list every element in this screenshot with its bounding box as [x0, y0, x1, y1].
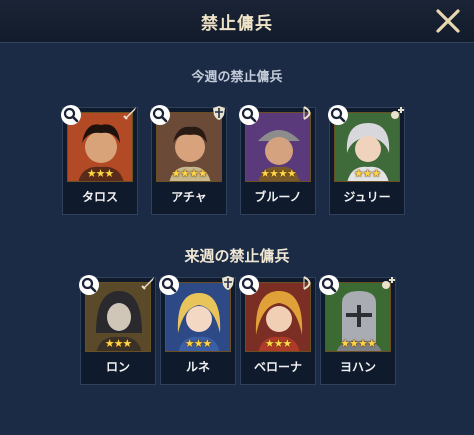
magnify-icon[interactable]: [60, 104, 82, 126]
magnify-icon[interactable]: [238, 104, 260, 126]
merc-card-next-week-3[interactable]: ★★★ ベローナ: [238, 274, 316, 385]
star-rating: ★★★★: [171, 167, 207, 180]
support-icon: [382, 277, 395, 289]
star-rating: ★★★: [86, 167, 115, 180]
merc-card-this-week-2[interactable]: ★★★★ アチャ: [149, 104, 227, 215]
magnify-icon[interactable]: [238, 274, 260, 296]
next-week-title: 来週の禁止傭兵: [184, 247, 290, 265]
merc-name: タロス: [81, 190, 118, 204]
bow-icon: [303, 106, 311, 120]
magnify-icon[interactable]: [158, 274, 180, 296]
magnify-icon[interactable]: [327, 104, 349, 126]
merc-card-this-week-3[interactable]: ★★★★ ブルーノ: [238, 104, 316, 215]
shield-icon: [213, 106, 225, 120]
banned-mercenaries-panel: 禁止傭兵 今週の禁止傭兵 ★★★ タロス ★★★★ アチャ ★★★★ ブルーノ …: [0, 0, 474, 435]
star-rating: ★★★: [264, 337, 293, 350]
merc-card-next-week-2[interactable]: ★★★ ルネ: [158, 274, 236, 385]
star-rating: ★★★★: [340, 337, 376, 350]
star-rating: ★★★: [104, 337, 133, 350]
sword-icon: [141, 277, 154, 290]
support-icon: [391, 107, 404, 119]
magnify-icon[interactable]: [318, 274, 340, 296]
merc-card-this-week-4[interactable]: ★★★ ジュリー: [327, 104, 405, 215]
star-rating: ★★★★: [260, 167, 296, 180]
header-bar: 禁止傭兵: [0, 0, 474, 43]
close-icon[interactable]: [432, 5, 464, 37]
bow-icon: [303, 276, 311, 290]
merc-name: ジュリー: [343, 190, 391, 204]
merc-card-next-week-1[interactable]: ★★★ ロン: [78, 274, 156, 385]
sword-icon: [123, 107, 136, 120]
magnify-icon[interactable]: [149, 104, 171, 126]
magnify-icon[interactable]: [78, 274, 100, 296]
merc-name: ロン: [105, 360, 130, 374]
merc-name: アチャ: [171, 190, 207, 204]
panel-title: 禁止傭兵: [201, 14, 273, 34]
merc-card-this-week-1[interactable]: ★★★ タロス: [60, 104, 138, 215]
merc-name: ブルーノ: [254, 190, 302, 204]
merc-name: ベローナ: [253, 360, 302, 374]
shield-icon: [222, 276, 234, 290]
this-week-title: 今週の禁止傭兵: [191, 70, 283, 85]
star-rating: ★★★: [353, 167, 382, 180]
merc-name: ルネ: [185, 360, 210, 374]
merc-card-next-week-4[interactable]: ★★★★ ヨハン: [318, 274, 396, 385]
merc-name: ヨハン: [339, 360, 376, 374]
star-rating: ★★★: [184, 337, 213, 350]
